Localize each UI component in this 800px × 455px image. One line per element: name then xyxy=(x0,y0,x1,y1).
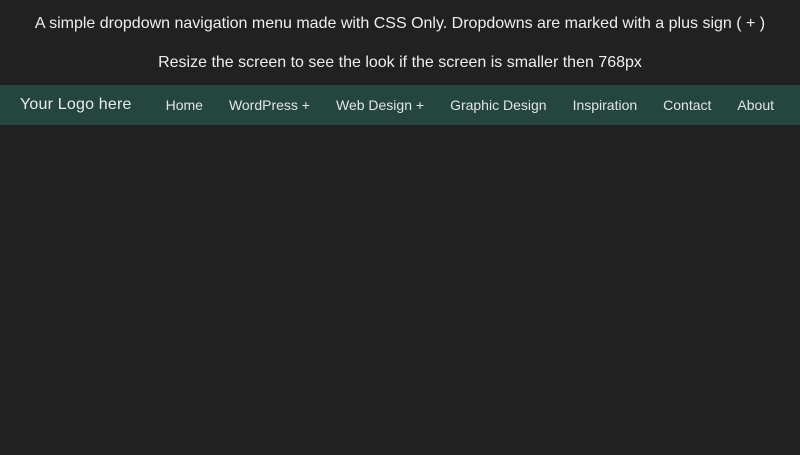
nav-link-about[interactable]: About xyxy=(724,86,787,124)
nav-link-inspiration[interactable]: Inspiration xyxy=(560,86,651,124)
nav-link-graphic-design[interactable]: Graphic Design xyxy=(437,86,560,124)
intro-line-2: Resize the screen to see the look if the… xyxy=(158,54,642,72)
nav-item-contact: Contact xyxy=(650,86,724,124)
nav-item-web-design: Web Design + xyxy=(323,86,437,124)
intro-section: A simple dropdown navigation menu made w… xyxy=(0,0,800,73)
nav-item-graphic-design: Graphic Design xyxy=(437,86,560,124)
empty-content-area xyxy=(0,124,800,455)
nav-link-home[interactable]: Home xyxy=(153,86,216,124)
nav-item-home: Home xyxy=(153,86,216,124)
nav-link-wordpress-dropdown[interactable]: WordPress + xyxy=(216,86,323,124)
nav-item-inspiration: Inspiration xyxy=(560,86,651,124)
intro-line-1: A simple dropdown navigation menu made w… xyxy=(34,15,766,32)
nav-menu: Home WordPress + Web Design + Graphic De… xyxy=(153,86,787,124)
nav-item-about: About xyxy=(724,86,787,124)
nav-item-wordpress: WordPress + xyxy=(216,86,323,124)
logo-text[interactable]: Your Logo here xyxy=(20,96,132,114)
nav-link-contact[interactable]: Contact xyxy=(650,86,724,124)
nav-link-web-design-dropdown[interactable]: Web Design + xyxy=(323,86,437,124)
main-navbar: Your Logo here Home WordPress + Web Desi… xyxy=(0,84,800,125)
